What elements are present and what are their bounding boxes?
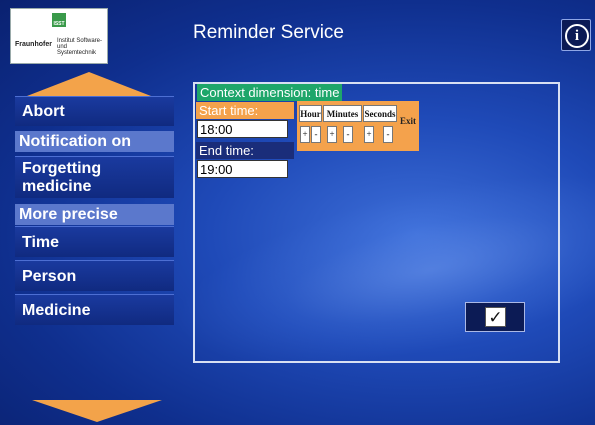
start-time-label: Start time:	[196, 102, 294, 119]
forgetting-medicine-button[interactable]: Forgetting medicine	[15, 156, 174, 198]
abort-button[interactable]: Abort	[15, 96, 174, 126]
person-button[interactable]: Person	[15, 260, 174, 291]
context-dimension-label: Context dimension: time	[197, 84, 343, 101]
hour-header: Hour	[299, 105, 322, 122]
end-time-label: End time:	[196, 142, 294, 159]
logo-subline: Institut Software- und Systemtechnik	[57, 38, 103, 56]
minutes-minus-button[interactable]: -	[343, 126, 353, 143]
time-picker: Hour Minutes Seconds Exit + - + - + -	[297, 101, 419, 151]
fraunhofer-logo: ISST Fraunhofer Institut Software- und S…	[10, 8, 108, 64]
start-time-field[interactable]: 18:00	[197, 120, 288, 138]
hour-minus-button[interactable]: -	[311, 126, 321, 143]
notification-on-section: Notification on	[15, 131, 174, 152]
time-button[interactable]: Time	[15, 226, 174, 257]
confirm-button[interactable]: ✓	[465, 302, 525, 332]
checkmark-icon: ✓	[485, 307, 506, 327]
seconds-plus-button[interactable]: +	[364, 126, 374, 143]
arrow-up-icon[interactable]	[27, 72, 151, 96]
info-icon: i	[565, 24, 589, 48]
logo-brand: Fraunhofer	[15, 41, 52, 48]
seconds-minus-button[interactable]: -	[383, 126, 393, 143]
isst-logo-mark: ISST	[52, 13, 66, 27]
hour-plus-button[interactable]: +	[300, 126, 310, 143]
more-precise-section: More precise	[15, 204, 174, 225]
medicine-button[interactable]: Medicine	[15, 294, 174, 325]
page-title: Reminder Service	[193, 22, 344, 43]
arrow-down-icon[interactable]	[32, 400, 162, 422]
end-time-field[interactable]: 19:00	[197, 160, 288, 178]
info-button[interactable]: i	[561, 19, 591, 51]
minutes-header: Minutes	[323, 105, 362, 122]
seconds-header: Seconds	[363, 105, 397, 122]
exit-button[interactable]: Exit	[400, 116, 416, 126]
minutes-plus-button[interactable]: +	[327, 126, 337, 143]
